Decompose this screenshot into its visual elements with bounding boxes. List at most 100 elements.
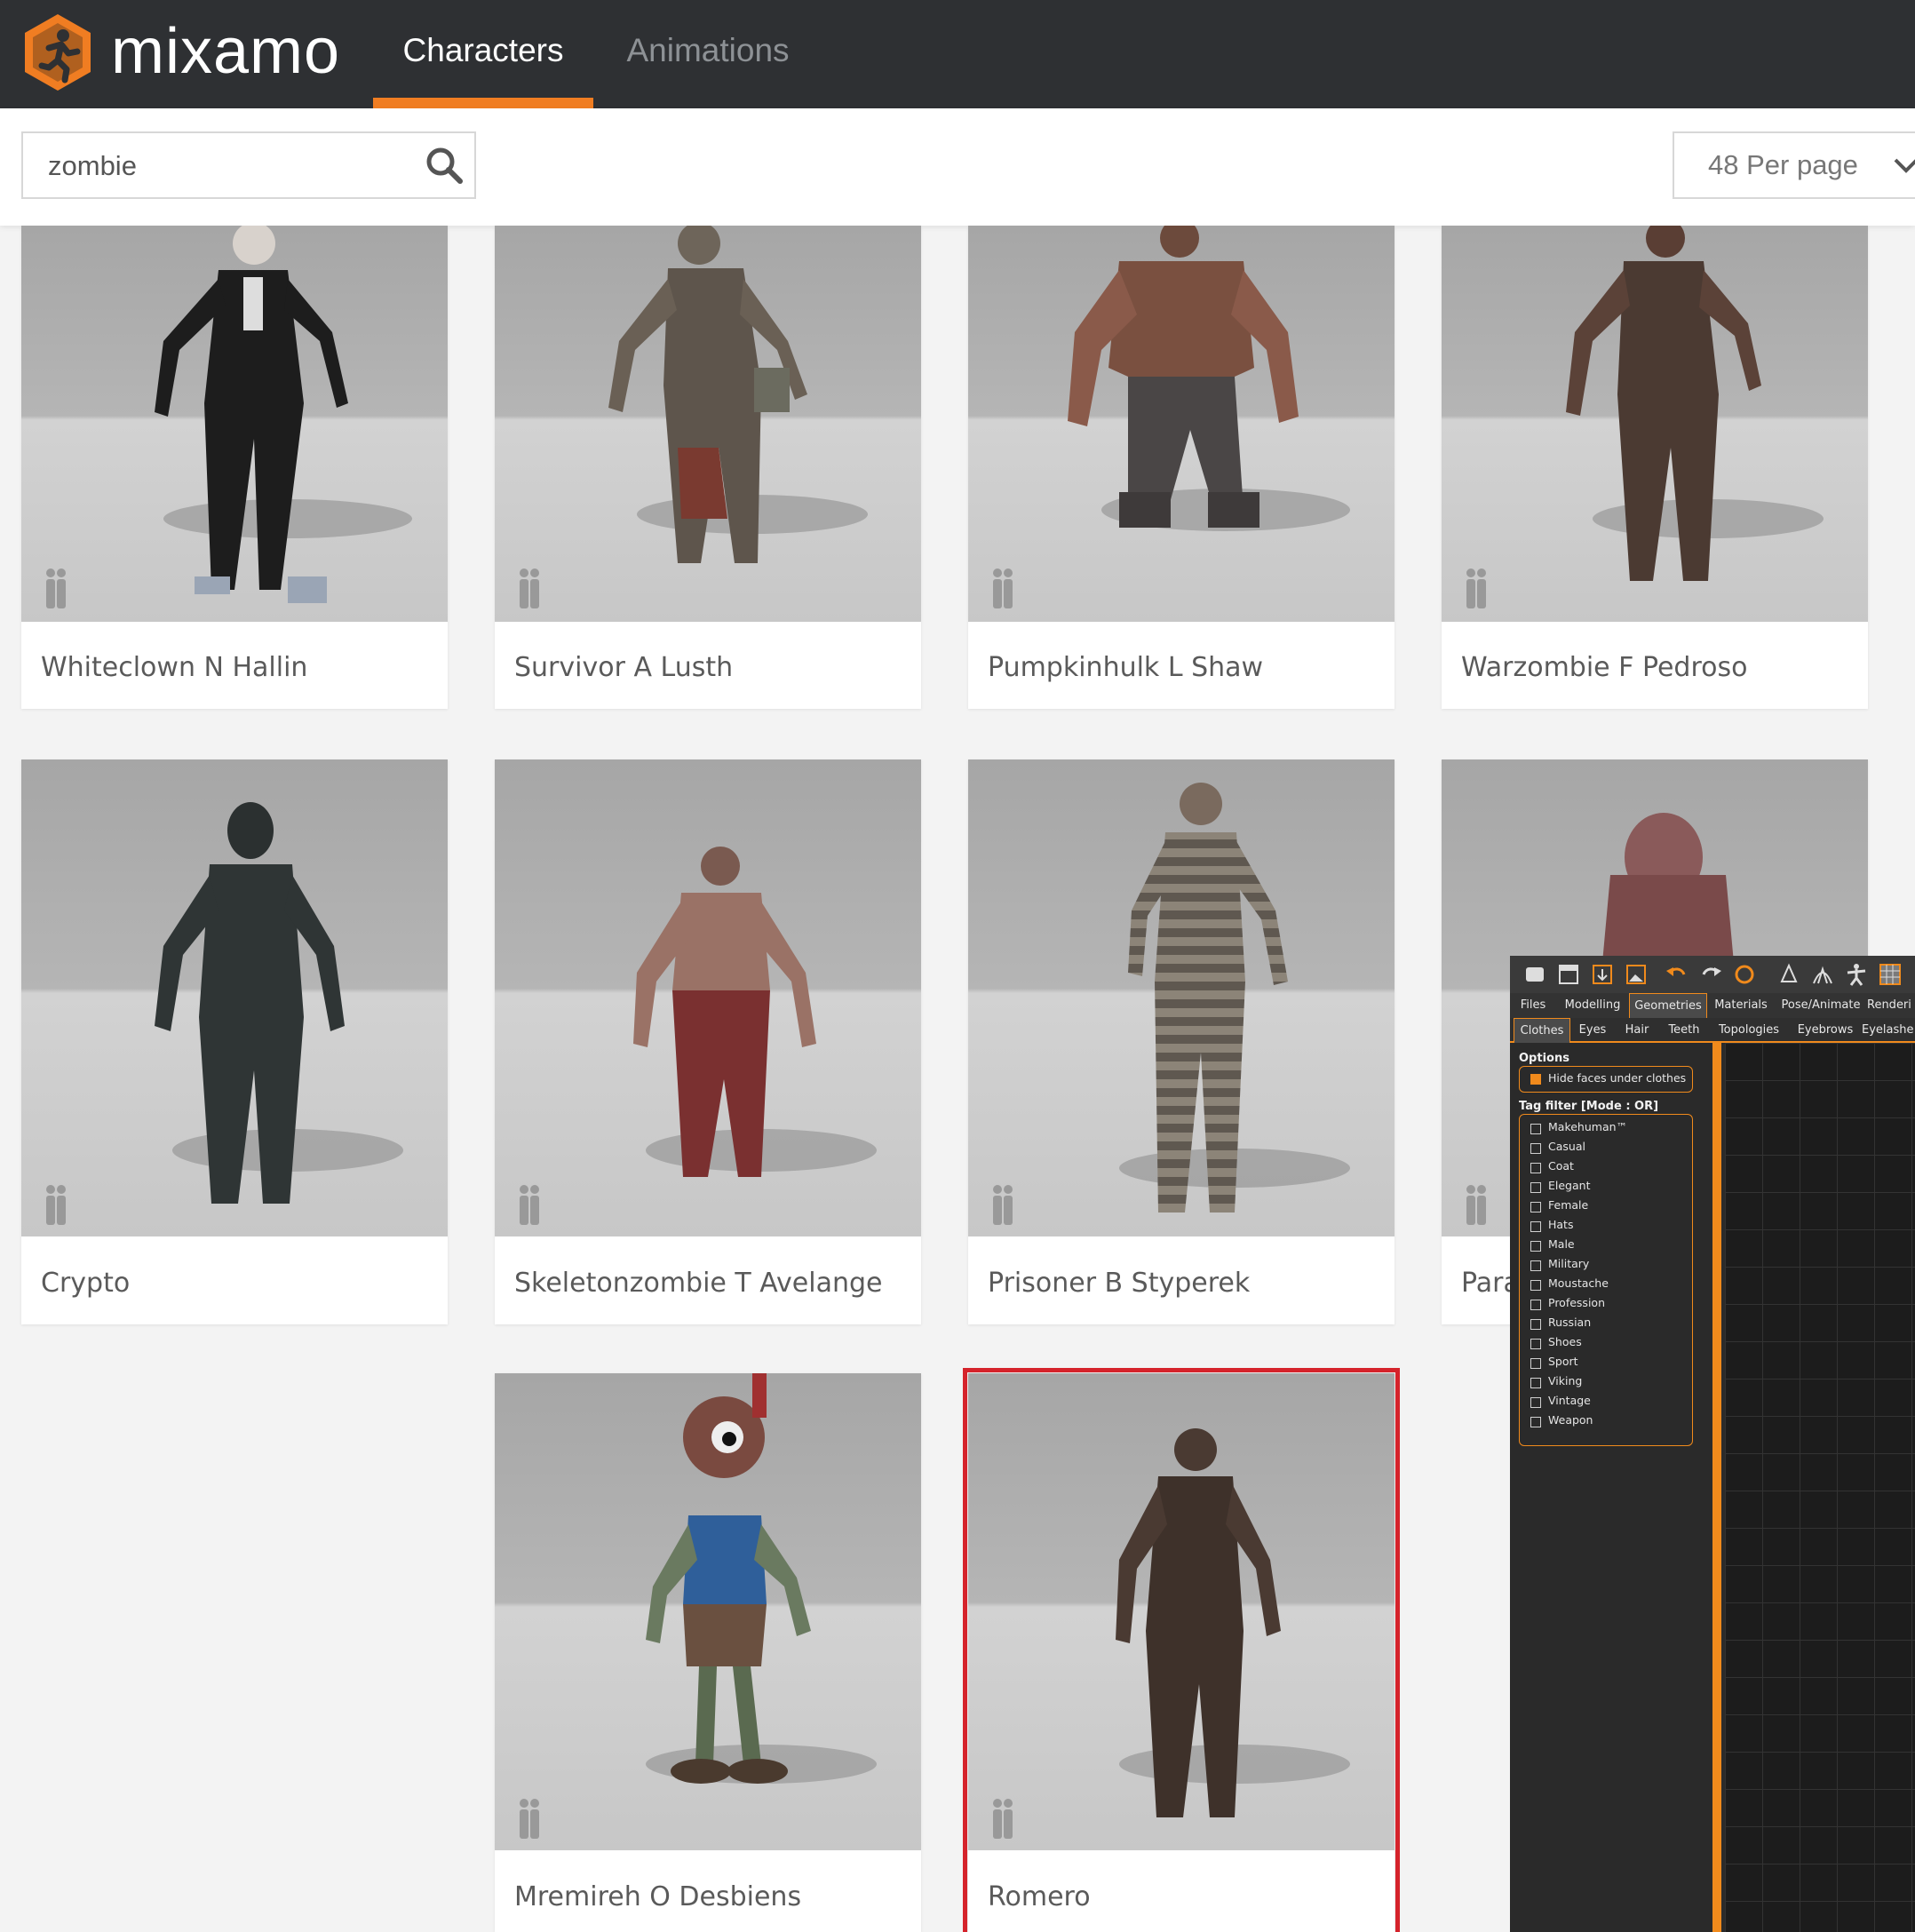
search-icon[interactable] [425,146,464,185]
redo-icon[interactable] [1698,962,1723,987]
per-page-label: 48 Per page [1708,149,1858,180]
brand-name[interactable]: mixamo [111,7,340,96]
export-icon[interactable] [1590,962,1615,987]
people-icon [520,568,539,608]
tab-modelling[interactable]: Modelling [1556,993,1629,1018]
wireframe-icon[interactable] [1810,962,1835,987]
character-name[interactable]: Romero [988,1881,1091,1912]
tag-label: Vintage [1548,1394,1591,1407]
people-icon [993,1185,1013,1225]
load-icon[interactable] [1556,962,1581,987]
character-card-crypto[interactable]: Crypto [21,759,448,1324]
character-name[interactable]: Skeletonzombie T Avelange [514,1268,883,1299]
character-thumbnail[interactable] [495,1373,921,1850]
chevron-down-icon [1894,158,1915,173]
tab-materials[interactable]: Materials [1707,993,1775,1018]
makehuman-scrollbar[interactable] [1712,1043,1721,1932]
smooth-icon[interactable] [1776,962,1801,987]
per-page-select[interactable]: 48 Per page [1673,131,1915,199]
makehuman-toolbar [1510,956,1915,993]
tag-label: Shoes [1548,1335,1582,1348]
grid-icon[interactable] [1878,962,1903,987]
character-name[interactable]: Mremireh O Desbiens [514,1881,801,1912]
tag-filter-group: Makehuman™ Casual Coat Elegant Female Ha… [1519,1114,1693,1446]
subtab-topologies[interactable]: Topologies [1709,1018,1789,1043]
tag-checkbox-makehuman[interactable] [1530,1124,1541,1134]
character-card-pumpkinhulk[interactable]: Pumpkinhulk L Shaw [968,226,1395,709]
tab-characters[interactable]: Characters [373,0,593,108]
character-card-skeletonzombie[interactable]: Skeletonzombie T Avelange [495,759,921,1324]
search-input[interactable] [46,133,423,199]
save-icon[interactable] [1522,962,1547,987]
tag-label: Elegant [1548,1179,1591,1192]
tag-checkbox-military[interactable] [1530,1260,1541,1271]
character-name[interactable]: Whiteclown N Hallin [41,652,307,683]
pose-icon[interactable] [1844,962,1869,987]
subtab-eyes[interactable]: Eyes [1570,1018,1615,1043]
tag-label: Viking [1548,1374,1583,1387]
subtab-clothes[interactable]: Clothes [1514,1018,1570,1043]
tab-pose-animate[interactable]: Pose/Animate [1775,993,1867,1018]
character-thumbnail[interactable] [495,759,921,1236]
tab-rendering[interactable]: Renderi [1867,993,1915,1018]
options-group: Hide faces under clothes [1519,1066,1693,1093]
character-name[interactable]: Pumpkinhulk L Shaw [988,652,1263,683]
tag-checkbox-viking[interactable] [1530,1378,1541,1388]
people-icon [520,1799,539,1839]
character-card-warzombie[interactable]: Warzombie F Pedroso [1442,226,1868,709]
character-figure [1068,226,1350,531]
character-thumbnail[interactable] [495,226,921,622]
tab-animations[interactable]: Animations [613,0,803,108]
hide-faces-checkbox[interactable] [1530,1074,1541,1085]
tag-checkbox-vintage[interactable] [1530,1397,1541,1408]
character-name[interactable]: Warzombie F Pedroso [1461,652,1748,683]
character-figure [1116,1428,1350,1817]
tag-label: Russian [1548,1316,1592,1329]
reset-icon[interactable] [1732,962,1757,987]
tag-checkbox-male[interactable] [1530,1241,1541,1252]
people-icon [993,568,1013,608]
character-name[interactable]: Survivor A Lusth [514,652,733,683]
character-card-prisoner[interactable]: Prisoner B Styperek [968,759,1395,1324]
character-thumbnail[interactable] [968,226,1395,622]
character-name[interactable]: Crypto [41,1268,130,1299]
character-thumbnail[interactable] [21,226,448,622]
tag-checkbox-female[interactable] [1530,1202,1541,1212]
mixamo-logo-icon[interactable] [22,12,93,92]
character-figure [155,226,412,603]
subtab-hair[interactable]: Hair [1615,1018,1659,1043]
tag-label: Profession [1548,1296,1605,1309]
tag-checkbox-russian[interactable] [1530,1319,1541,1330]
tag-checkbox-shoes[interactable] [1530,1339,1541,1349]
subtab-teeth[interactable]: Teeth [1659,1018,1709,1043]
tag-checkbox-moustache[interactable] [1530,1280,1541,1291]
options-title: Options [1519,1052,1569,1065]
makehuman-sub-tabs: Clothes Eyes Hair Teeth Topologies Eyebr… [1510,1018,1915,1043]
character-card-whiteclown[interactable]: Whiteclown N Hallin [21,226,448,709]
makehuman-3d-viewport[interactable] [1725,1043,1915,1932]
tag-checkbox-weapon[interactable] [1530,1417,1541,1427]
tag-checkbox-elegant[interactable] [1530,1182,1541,1193]
tag-label: Makehuman™ [1548,1120,1628,1133]
character-card-mremireh[interactable]: Mremireh O Desbiens [495,1373,921,1932]
character-thumbnail[interactable] [21,759,448,1236]
character-card-survivor[interactable]: Survivor A Lusth [495,226,921,709]
tab-files[interactable]: Files [1510,993,1556,1018]
people-icon [1466,1185,1486,1225]
image-icon[interactable] [1624,962,1649,987]
tag-checkbox-sport[interactable] [1530,1358,1541,1369]
tag-checkbox-hats[interactable] [1530,1221,1541,1232]
character-name[interactable]: Prisoner B Styperek [988,1268,1250,1299]
subtab-eyebrows[interactable]: Eyebrows [1789,1018,1862,1043]
character-thumbnail[interactable] [1442,226,1868,622]
character-card-romero[interactable]: Romero [963,1368,1400,1932]
character-thumbnail[interactable] [968,1373,1395,1850]
tag-checkbox-casual[interactable] [1530,1143,1541,1154]
undo-icon[interactable] [1665,962,1689,987]
tag-checkbox-coat[interactable] [1530,1163,1541,1173]
character-figure [1119,783,1350,1212]
subtab-eyelashes[interactable]: Eyelashe [1862,1018,1915,1043]
tab-geometries[interactable]: Geometries [1629,993,1707,1018]
character-thumbnail[interactable] [968,759,1395,1236]
tag-checkbox-profession[interactable] [1530,1300,1541,1310]
